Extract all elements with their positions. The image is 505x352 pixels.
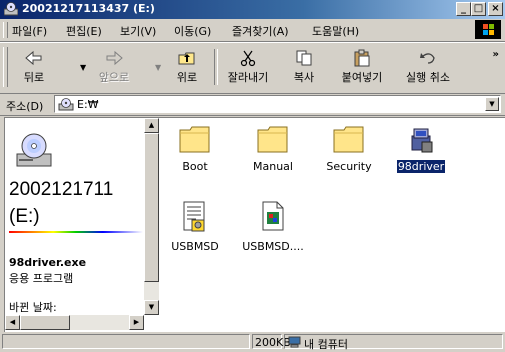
status-panel-zone: 내 컴퓨터 [284, 334, 503, 351]
forward-button[interactable]: 앞으로 [88, 45, 140, 89]
menu-grip[interactable] [3, 22, 8, 38]
window-title: 20021217113437 (E:) [22, 2, 155, 15]
forward-label: 앞으로 [98, 71, 130, 84]
scissors-icon [240, 50, 256, 67]
selected-file-name: 98driver.exe [9, 256, 87, 269]
toolbar-more-chevron[interactable]: » [493, 49, 499, 60]
up-button[interactable]: 위로 [166, 45, 208, 89]
folder-icon [333, 126, 364, 153]
menu-file[interactable]: 파일(F) [12, 23, 47, 39]
back-label: 뒤로 [23, 71, 45, 84]
cut-label: 잘라내기 [227, 71, 269, 84]
close-button[interactable]: × [488, 2, 503, 16]
setup-program-icon [411, 128, 433, 153]
back-arrow-icon [25, 50, 42, 66]
windows-logo-icon [475, 20, 501, 39]
copy-icon [296, 50, 312, 66]
cut-button[interactable]: 잘라내기 [218, 45, 278, 89]
menu-favorites[interactable]: 즐겨찾기(A) [232, 23, 289, 39]
undo-icon [420, 53, 435, 64]
drive-title: 2002121711 [9, 179, 114, 200]
minimize-button[interactable]: _ [456, 2, 471, 16]
scroll-up-button[interactable]: ▲ [144, 118, 159, 133]
menu-help[interactable]: 도움말(H) [312, 23, 359, 39]
info-pane: 2002121711 (E:) 98driver.exe 응용 프로그램 바뀐 … [5, 118, 159, 332]
address-bar: 주소(D) E:₩ ▼ [0, 93, 505, 116]
up-folder-icon [178, 52, 195, 65]
status-panel-main [2, 334, 250, 349]
scroll-thumb[interactable] [144, 133, 159, 282]
file-label: USBMSD [171, 240, 219, 253]
status-panel-size: 200KB [252, 334, 291, 349]
scroll-left-button[interactable]: ◀ [5, 315, 20, 330]
explorer-window: 20021217113437 (E:) _ □ × 파일(F) 편집(E) 보기… [0, 0, 505, 351]
standard-toolbar: 뒤로 ▼ 앞으로 ▼ 위로 잘라내기 복사 붙여넣기 실행 취소 » [0, 42, 505, 94]
file-label: Boot [182, 160, 208, 173]
menu-bar: 파일(F) 편집(E) 보기(V) 이동(G) 즐겨찾기(A) 도움말(H) [0, 19, 505, 42]
installer-file-icon [262, 201, 284, 231]
folder-icon [257, 126, 288, 153]
file-label: Security [326, 160, 372, 173]
copy-button[interactable]: 복사 [284, 45, 324, 89]
folder-icon [179, 126, 210, 153]
scroll-down-button[interactable]: ▼ [144, 300, 159, 315]
content-area: 2002121711 (E:) 98driver.exe 응용 프로그램 바뀐 … [4, 117, 505, 332]
undo-label: 실행 취소 [406, 71, 450, 84]
drive-letter: (E:) [9, 206, 40, 227]
status-zone: 내 컴퓨터 [304, 338, 348, 351]
horizontal-scroll-thumb[interactable] [20, 315, 70, 330]
folder-manual[interactable]: Manual [237, 124, 309, 173]
file-label-selected: 98driver [395, 159, 447, 174]
paste-button[interactable]: 붙여넣기 [332, 45, 392, 89]
file-label: Manual [253, 160, 293, 173]
copy-label: 복사 [293, 71, 315, 84]
forward-dropdown-arrow[interactable]: ▼ [155, 63, 161, 72]
folder-boot[interactable]: Boot [159, 124, 231, 173]
file-98driver[interactable]: 98driver [385, 124, 457, 174]
info-pane-horizontal-scrollbar[interactable]: ◀ ▶ [5, 315, 144, 330]
cd-drive-icon [58, 98, 74, 114]
file-usbmsd-inf[interactable]: USBMSD [159, 200, 231, 253]
back-button[interactable]: 뒤로 [10, 45, 58, 89]
maximize-button[interactable]: □ [471, 2, 486, 16]
address-dropdown-button[interactable]: ▼ [485, 97, 499, 111]
status-bar: 200KB 내 컴퓨터 [0, 332, 505, 351]
toolbar-grip[interactable] [3, 47, 8, 87]
undo-button[interactable]: 실행 취소 [398, 45, 458, 89]
menu-view[interactable]: 보기(V) [120, 23, 156, 39]
file-usbmsd-installer[interactable]: USBMSD.... [237, 200, 309, 253]
cd-drive-icon [3, 2, 19, 16]
file-label: USBMSD.... [242, 240, 304, 253]
up-label: 위로 [176, 71, 198, 84]
title-bar[interactable]: 20021217113437 (E:) _ □ × [0, 0, 505, 19]
address-input[interactable]: E:₩ ▼ [54, 95, 501, 113]
my-computer-icon [288, 336, 301, 349]
back-dropdown-arrow[interactable]: ▼ [80, 63, 86, 72]
selected-file-type: 응용 프로그램 [9, 272, 74, 285]
forward-arrow-icon [106, 50, 123, 66]
menu-edit[interactable]: 편집(E) [66, 23, 102, 39]
rainbow-divider [9, 231, 143, 233]
address-value: E:₩ [77, 98, 99, 111]
modified-date-label: 바뀐 날짜: [9, 301, 57, 314]
setup-info-file-icon [183, 201, 205, 232]
cd-drive-large-icon [15, 132, 53, 173]
menu-go[interactable]: 이동(G) [174, 23, 211, 39]
paste-label: 붙여넣기 [341, 71, 383, 84]
address-label: 주소(D) [6, 100, 44, 113]
scroll-right-button[interactable]: ▶ [129, 315, 144, 330]
folder-security[interactable]: Security [313, 124, 385, 173]
clipboard-icon [354, 49, 370, 67]
info-pane-vertical-scrollbar[interactable]: ▲ ▼ [144, 118, 159, 315]
